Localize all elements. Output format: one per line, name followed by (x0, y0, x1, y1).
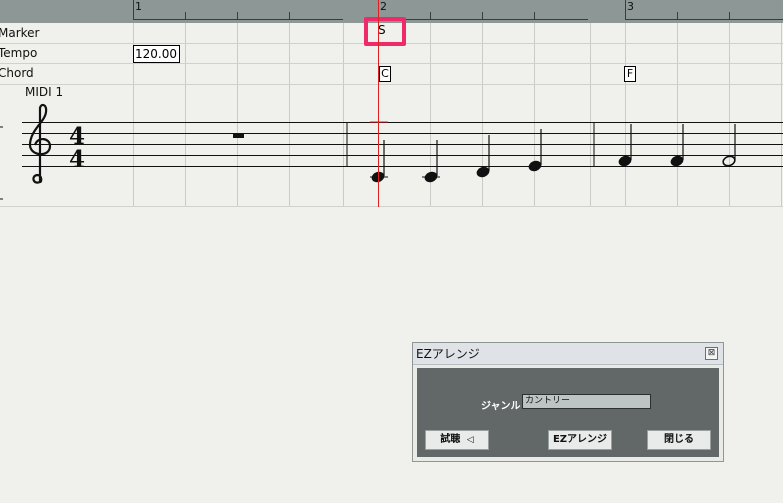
ez-arrange-dialog: EZアレンジ ⊠ ジャンル カントリー 試聴 ◁ EZアレンジ 閉じる (412, 342, 724, 462)
dialog-body: ジャンル カントリー 試聴 ◁ EZアレンジ 閉じる (417, 368, 719, 457)
playhead[interactable] (378, 0, 379, 207)
note (424, 140, 438, 183)
ez-arrange-button[interactable]: EZアレンジ (548, 430, 612, 450)
note (528, 129, 542, 172)
dialog-title: EZアレンジ (416, 347, 480, 361)
genre-label: ジャンル (481, 401, 521, 412)
whole-rest (233, 133, 244, 138)
close-button[interactable]: 閉じる (647, 430, 711, 450)
note (476, 135, 490, 178)
close-icon[interactable]: ⊠ (705, 347, 718, 360)
genre-field[interactable]: カントリー (522, 394, 651, 409)
dialog-titlebar[interactable]: EZアレンジ ⊠ (413, 343, 723, 365)
time-signature-bottom: 4 (69, 146, 85, 173)
note (618, 124, 632, 167)
treble-clef-icon (28, 103, 52, 184)
notation: 4 4 (0, 103, 736, 200)
half-note (722, 124, 736, 167)
note (670, 124, 684, 167)
preview-button[interactable]: 試聴 ◁ (425, 430, 489, 450)
speaker-icon: ◁ (466, 435, 474, 445)
preview-button-label: 試聴 (440, 434, 461, 445)
